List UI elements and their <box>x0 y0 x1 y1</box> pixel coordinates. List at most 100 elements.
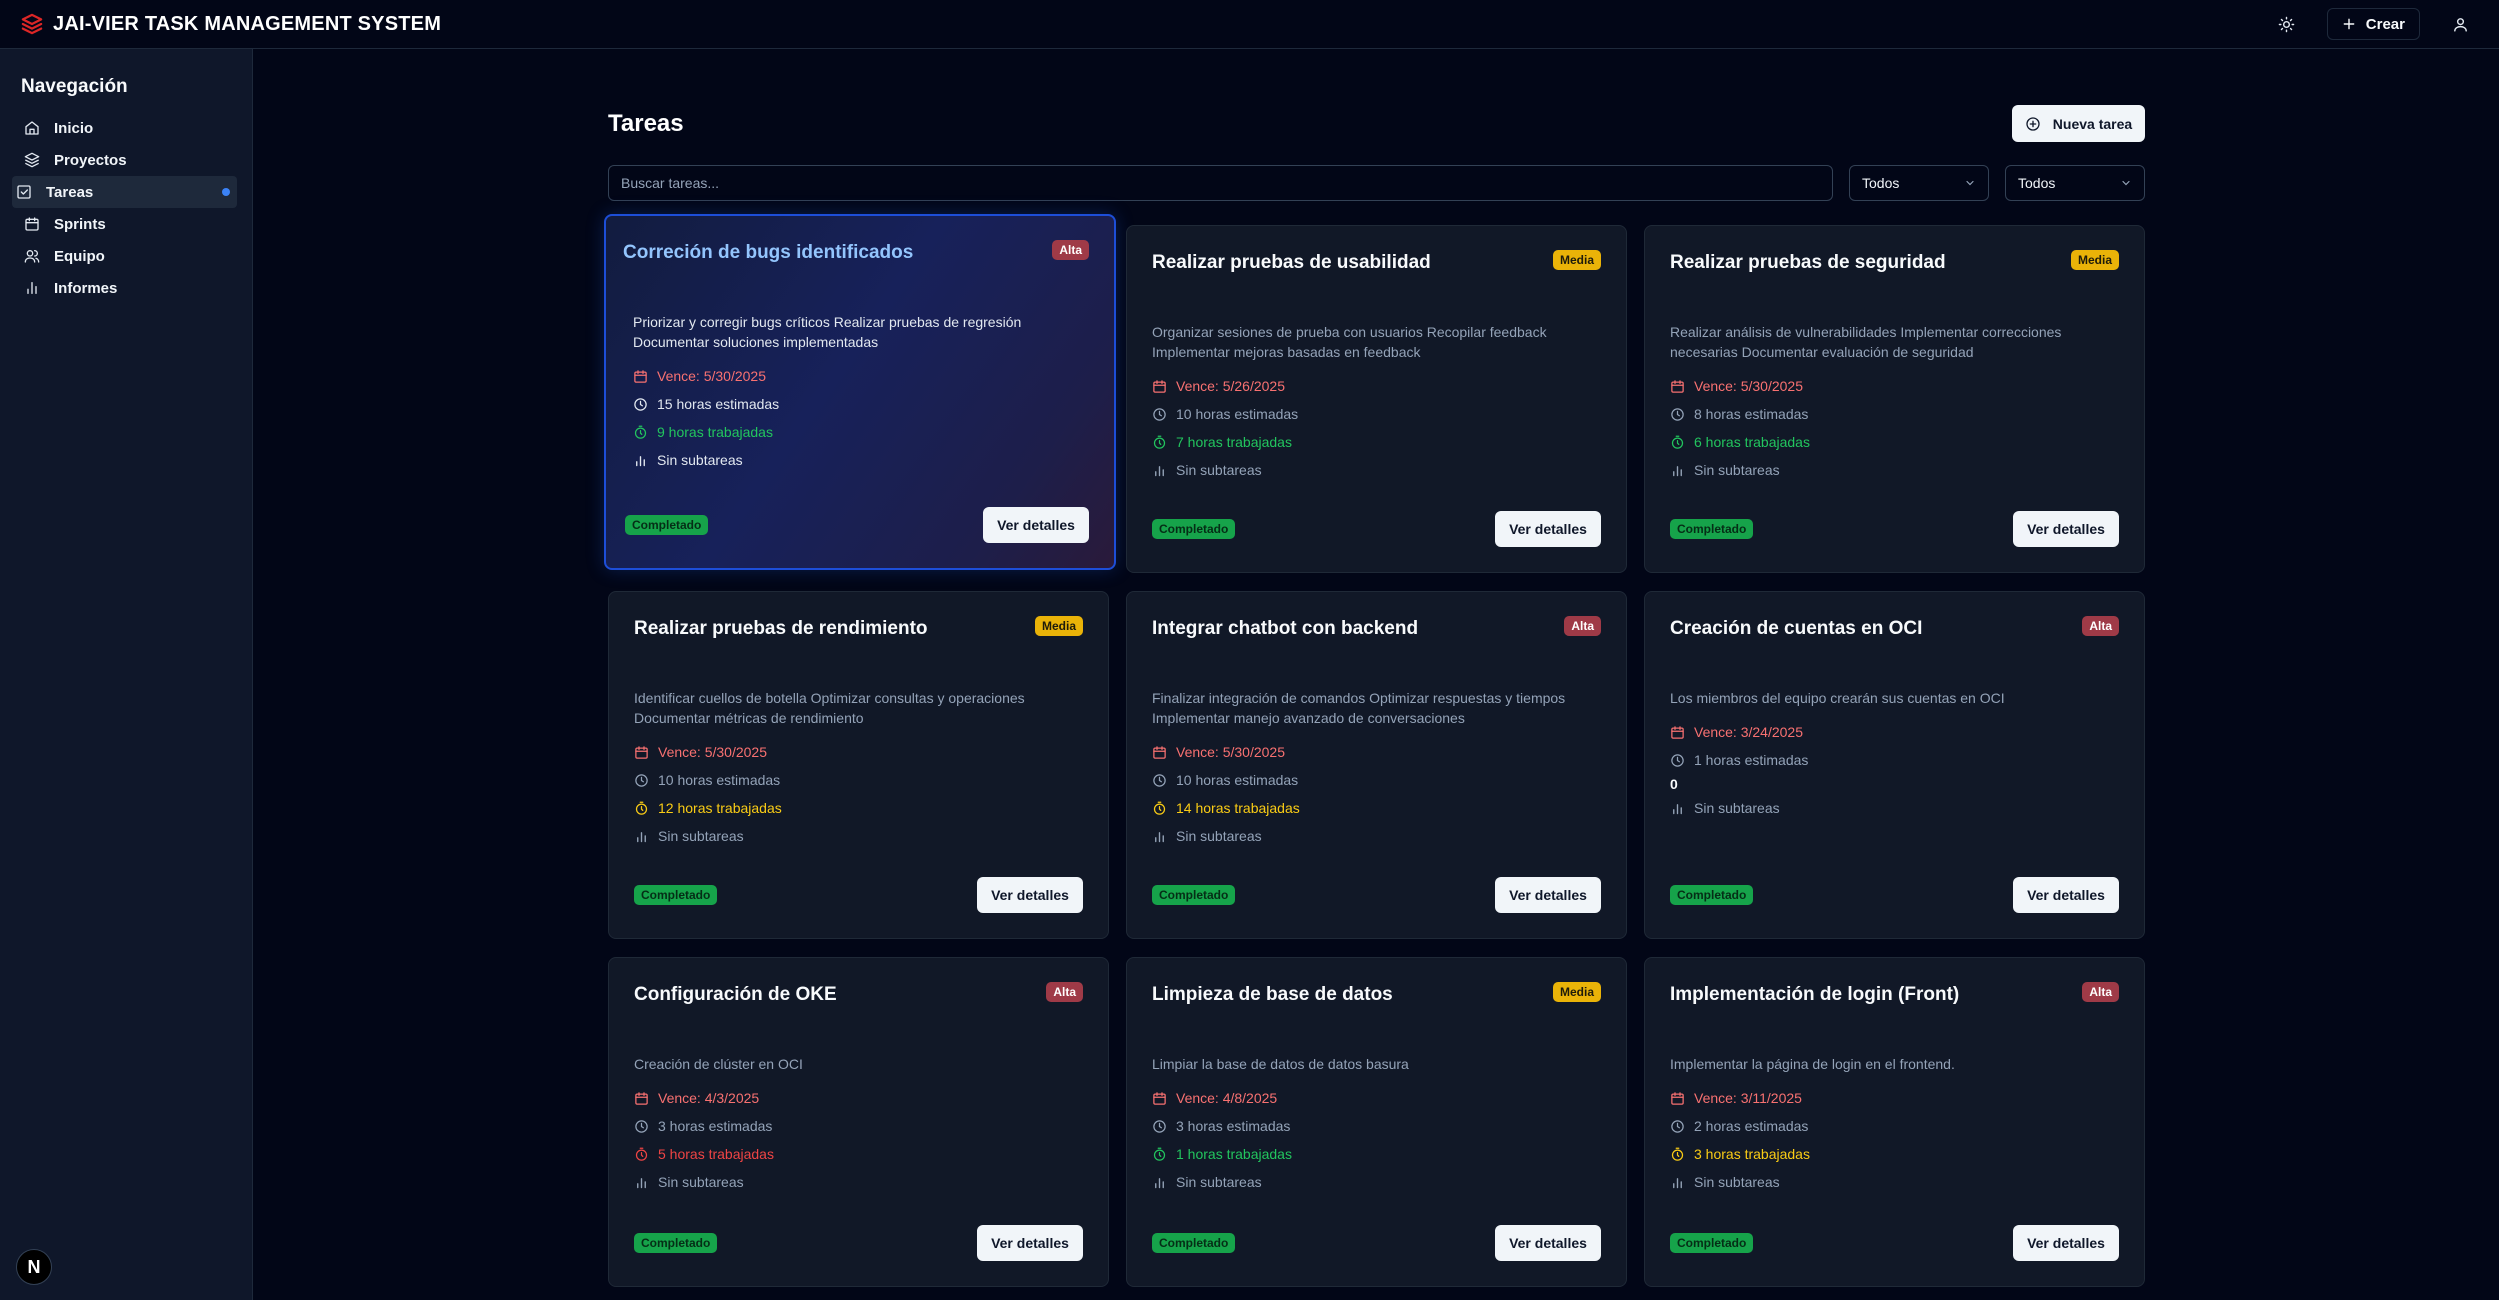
subtasks: Sin subtareas <box>1694 800 1780 816</box>
view-details-button[interactable]: Ver detalles <box>983 507 1089 543</box>
task-title[interactable]: Integrar chatbot con backend <box>1152 618 1418 640</box>
estimated-hours-row: 10 horas estimadas <box>1152 766 1612 794</box>
task-card[interactable]: Realizar pruebas de seguridad Media Real… <box>1644 225 2145 573</box>
priority-badge: Alta <box>1564 616 1601 636</box>
estimated-hours-row: 2 horas estimadas <box>1670 1112 2130 1140</box>
task-info: Vence: 3/24/2025 1 horas estimadas 0 Sin… <box>1670 718 2130 822</box>
subtasks-row: Sin subtareas <box>634 1168 1094 1196</box>
task-card[interactable]: Configuración de OKE Alta Creación de cl… <box>608 957 1109 1287</box>
view-details-button[interactable]: Ver detalles <box>1495 1225 1601 1261</box>
worked-hours: 9 horas trabajadas <box>657 424 773 440</box>
task-info: Vence: 5/30/2025 10 horas estimadas 14 h… <box>1152 738 1612 850</box>
worked-hours: 7 horas trabajadas <box>1176 434 1292 450</box>
task-info: Vence: 5/26/2025 10 horas estimadas 7 ho… <box>1152 372 1612 484</box>
view-details-button[interactable]: Ver detalles <box>2013 511 2119 547</box>
due-date-row: Vence: 5/30/2025 <box>633 362 1093 390</box>
bar-chart-icon <box>1152 829 1167 844</box>
home-icon <box>24 120 40 136</box>
sidebar-item-inicio[interactable]: Inicio <box>12 112 237 144</box>
sidebar-item-equipo[interactable]: Equipo <box>12 240 237 272</box>
subtasks: Sin subtareas <box>657 452 743 468</box>
worked-hours-row: 3 horas trabajadas <box>1670 1140 2130 1168</box>
sidebar-item-label: Informes <box>54 279 118 297</box>
due-date: Vence: 5/30/2025 <box>657 368 766 384</box>
bar-chart-icon <box>1152 1175 1167 1190</box>
worked-hours-row: 14 horas trabajadas <box>1152 794 1612 822</box>
view-details-button[interactable]: Ver detalles <box>1495 511 1601 547</box>
top-header: JAI-VIER TASK MANAGEMENT SYSTEM Crear <box>0 0 2499 49</box>
search-input[interactable] <box>608 165 1833 201</box>
timer-icon <box>634 1147 649 1162</box>
check-square-icon <box>16 184 32 200</box>
task-description: Identificar cuellos de botella Optimizar… <box>634 690 1025 726</box>
sidebar: Navegación Inicio Proyectos Tareas Sprin… <box>0 49 253 1300</box>
task-card[interactable]: Creación de cuentas en OCI Alta Los miem… <box>1644 591 2145 939</box>
priority-filter-select[interactable]: Todos <box>2005 165 2145 201</box>
due-date-row: Vence: 5/30/2025 <box>1670 372 2130 400</box>
estimated-hours-row: 10 horas estimadas <box>1152 400 1612 428</box>
create-button[interactable]: Crear <box>2326 8 2420 40</box>
task-card[interactable]: Realizar pruebas de usabilidad Media Org… <box>1126 225 1627 573</box>
task-description: Implementar la página de login en el fro… <box>1670 1056 1955 1072</box>
subtasks: Sin subtareas <box>1694 462 1780 478</box>
task-card[interactable]: Integrar chatbot con backend Alta Finali… <box>1126 591 1627 939</box>
worked-hours: 14 horas trabajadas <box>1176 800 1300 816</box>
task-title[interactable]: Implementación de login (Front) <box>1670 984 1959 1006</box>
worked-hours-row: 9 horas trabajadas <box>633 418 1093 446</box>
task-title[interactable]: Realizar pruebas de rendimiento <box>634 618 928 640</box>
sidebar-item-label: Equipo <box>54 247 105 265</box>
task-title[interactable]: Realizar pruebas de seguridad <box>1670 252 1946 274</box>
view-details-button[interactable]: Ver detalles <box>977 1225 1083 1261</box>
subtasks: Sin subtareas <box>1176 828 1262 844</box>
view-details-button[interactable]: Ver detalles <box>977 877 1083 913</box>
sidebar-item-informes[interactable]: Informes <box>12 272 237 304</box>
user-icon <box>2452 16 2469 33</box>
estimated-hours-row: 3 horas estimadas <box>634 1112 1094 1140</box>
sidebar-item-label: Inicio <box>54 119 94 137</box>
worked-hours: 5 horas trabajadas <box>658 1146 774 1162</box>
due-date-row: Vence: 3/11/2025 <box>1670 1084 2130 1112</box>
calendar-icon <box>633 369 648 384</box>
task-title[interactable]: Realizar pruebas de usabilidad <box>1152 252 1431 274</box>
view-details-button[interactable]: Ver detalles <box>2013 1225 2119 1261</box>
status-badge: Completado <box>1670 1233 1754 1253</box>
task-info: Vence: 5/30/2025 8 horas estimadas 6 hor… <box>1670 372 2130 484</box>
task-title[interactable]: Correción de bugs identificados <box>623 242 913 264</box>
worked-hours: 3 horas trabajadas <box>1694 1146 1810 1162</box>
worked-hours: 12 horas trabajadas <box>658 800 782 816</box>
task-card[interactable]: Limpieza de base de datos Media Limpiar … <box>1126 957 1627 1287</box>
worked-hours: 1 horas trabajadas <box>1176 1146 1292 1162</box>
clock-icon <box>1670 1119 1685 1134</box>
clock-icon <box>1152 407 1167 422</box>
priority-filter-value: Todos <box>2018 175 2056 191</box>
theme-toggle-button[interactable] <box>2269 6 2305 42</box>
user-menu-button[interactable] <box>2442 6 2478 42</box>
clock-icon <box>634 773 649 788</box>
estimated-hours: 3 horas estimadas <box>658 1118 773 1134</box>
subtasks-row: Sin subtareas <box>633 446 1093 474</box>
new-task-button[interactable]: Nueva tarea <box>2012 105 2145 142</box>
framework-badge[interactable]: N <box>16 1249 52 1285</box>
subtasks-row: Sin subtareas <box>1670 794 2130 822</box>
estimated-hours: 2 horas estimadas <box>1694 1118 1809 1134</box>
task-description: Priorizar y corregir bugs críticos Reali… <box>633 314 1022 350</box>
sidebar-item-sprints[interactable]: Sprints <box>12 208 237 240</box>
sidebar-item-proyectos[interactable]: Proyectos <box>12 144 237 176</box>
task-title[interactable]: Creación de cuentas en OCI <box>1670 618 1922 640</box>
view-details-button[interactable]: Ver detalles <box>2013 877 2119 913</box>
task-card[interactable]: Implementación de login (Front) Alta Imp… <box>1644 957 2145 1287</box>
status-badge: Completado <box>1670 519 1754 539</box>
task-card[interactable]: Realizar pruebas de rendimiento Media Id… <box>608 591 1109 939</box>
task-title[interactable]: Configuración de OKE <box>634 984 837 1006</box>
subtasks-row: Sin subtareas <box>1152 822 1612 850</box>
view-details-button[interactable]: Ver detalles <box>1495 877 1601 913</box>
task-title[interactable]: Limpieza de base de datos <box>1152 984 1393 1006</box>
task-info: Vence: 4/8/2025 3 horas estimadas 1 hora… <box>1152 1084 1612 1196</box>
subtasks-row: Sin subtareas <box>1152 1168 1612 1196</box>
nav-list: Inicio Proyectos Tareas Sprints Equipo I… <box>12 112 237 304</box>
status-badge: Completado <box>634 1233 718 1253</box>
status-filter-select[interactable]: Todos <box>1849 165 1989 201</box>
brand[interactable]: JAI-VIER TASK MANAGEMENT SYSTEM <box>21 13 441 36</box>
sidebar-item-tareas[interactable]: Tareas <box>12 176 237 208</box>
task-card[interactable]: Correción de bugs identificados Alta Pri… <box>604 214 1116 570</box>
